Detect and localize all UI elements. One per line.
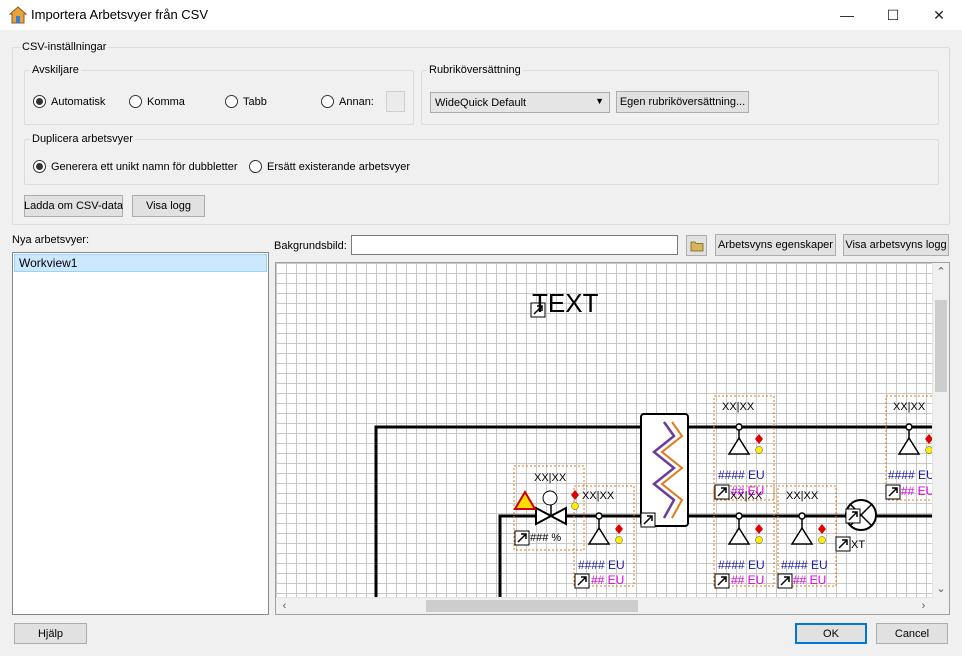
scroll-corner [932, 597, 949, 614]
scroll-up-icon[interactable]: ⌃ [933, 263, 949, 280]
unit-value-blue: #### EU [888, 468, 932, 482]
list-item[interactable]: Workview1 [14, 254, 267, 272]
header-translation-title: Rubriköversättning [427, 64, 523, 76]
link-arrow-icons [514, 302, 901, 589]
radio-annan[interactable]: Annan: [321, 95, 374, 108]
tag-label: XX|XX [786, 490, 819, 502]
chevron-down-icon: ▼ [595, 96, 604, 106]
heat-exchanger-icon [640, 413, 689, 527]
other-separator-input[interactable] [386, 91, 405, 112]
header-translation-select[interactable]: WideQuick Default ▼ [430, 92, 610, 113]
radio-label: Tabb [243, 95, 267, 108]
reload-csv-button[interactable]: Ladda om CSV-data [24, 195, 123, 217]
tag-label: XX|XX [893, 401, 926, 413]
unit-value-blue: #### EU [718, 468, 765, 482]
workview-log-button[interactable]: Visa arbetsvyns logg [843, 234, 949, 256]
radio-label: Generera ett unikt namn för dubbletter [51, 160, 238, 173]
radio-label: Komma [147, 95, 185, 108]
background-image-label: Bakgrundsbild: [274, 240, 347, 252]
scroll-right-icon[interactable]: › [915, 598, 932, 614]
percent-value: ### % [530, 532, 561, 544]
horizontal-scroll-thumb[interactable] [426, 600, 638, 612]
header-translation-value: WideQuick Default [435, 96, 527, 109]
duplicates-title: Duplicera arbetsvyer [30, 133, 135, 145]
unit-value-magenta: ## EU [731, 573, 764, 587]
radio-indicator [129, 95, 142, 108]
custom-header-translation-button[interactable]: Egen rubriköversättning... [616, 91, 749, 113]
valve-icon [535, 490, 567, 526]
csv-settings-title: CSV-inställningar [20, 41, 109, 53]
ok-button[interactable]: OK [795, 623, 867, 644]
tag-label: XX|XX [582, 490, 615, 502]
app-icon [8, 6, 28, 24]
unit-value-magenta: ## EU [591, 573, 624, 587]
scroll-left-icon[interactable]: ‹ [276, 598, 293, 614]
radio-tabb[interactable]: Tabb [225, 95, 267, 108]
minimize-button[interactable]: — [824, 0, 870, 30]
unit-value-blue: #### EU [781, 558, 828, 572]
scroll-down-icon[interactable]: ⌄ [933, 580, 949, 597]
radio-indicator [249, 160, 262, 173]
folder-icon [690, 241, 703, 251]
unit-value-magenta: ## EU [731, 484, 764, 498]
window-title: Importera Arbetsvyer från CSV [31, 7, 209, 22]
help-button[interactable]: Hjälp [14, 623, 87, 644]
radio-replace-existing[interactable]: Ersätt existerande arbetsvyer [249, 160, 410, 173]
radio-indicator [321, 95, 334, 108]
radio-generate-unique[interactable]: Generera ett unikt namn för dubbletter [33, 160, 238, 173]
radio-indicator [33, 160, 46, 173]
text-object: TEXT [532, 288, 599, 318]
xt-label: XT [851, 539, 865, 551]
vertical-scrollbar[interactable]: ⌃ ⌄ [932, 263, 949, 597]
separator-title: Avskiljare [30, 64, 81, 76]
unit-value-magenta: ## EU [793, 573, 826, 587]
workview-canvas[interactable]: TEXT XX|XX XX|XX XX|XX XX|XX XX|XX XX|XX… [276, 263, 932, 597]
workviews-list[interactable]: Workview1 [12, 252, 269, 615]
tag-label: XX|XX [722, 401, 755, 413]
new-workviews-label: Nya arbetsvyer: [12, 234, 90, 246]
unit-value-blue: #### EU [578, 558, 625, 572]
radio-automatisk[interactable]: Automatisk [33, 95, 105, 108]
show-log-button[interactable]: Visa logg [132, 195, 205, 217]
horizontal-scrollbar[interactable]: ‹ › [276, 597, 932, 614]
warning-icon [513, 490, 537, 510]
radio-indicator [225, 95, 238, 108]
unit-value-blue: #### EU [718, 558, 765, 572]
radio-label: Ersätt existerande arbetsvyer [267, 160, 411, 173]
workview-drawing: TEXT XX|XX XX|XX XX|XX XX|XX XX|XX XX|XX… [374, 288, 932, 597]
cancel-button[interactable]: Cancel [876, 623, 948, 644]
radio-komma[interactable]: Komma [129, 95, 185, 108]
vertical-scroll-thumb[interactable] [935, 300, 947, 392]
unit-value-magenta: ## EU [901, 484, 932, 498]
background-image-input[interactable] [351, 235, 678, 255]
close-button[interactable]: ✕ [916, 0, 962, 30]
workview-properties-button[interactable]: Arbetsvyns egenskaper [715, 234, 836, 256]
radio-indicator [33, 95, 46, 108]
maximize-button[interactable]: ☐ [870, 0, 916, 30]
browse-folder-button[interactable] [686, 235, 707, 256]
radio-label: Automatisk [51, 95, 106, 108]
tag-label: XX|XX [534, 472, 567, 484]
radio-label: Annan: [339, 95, 374, 108]
